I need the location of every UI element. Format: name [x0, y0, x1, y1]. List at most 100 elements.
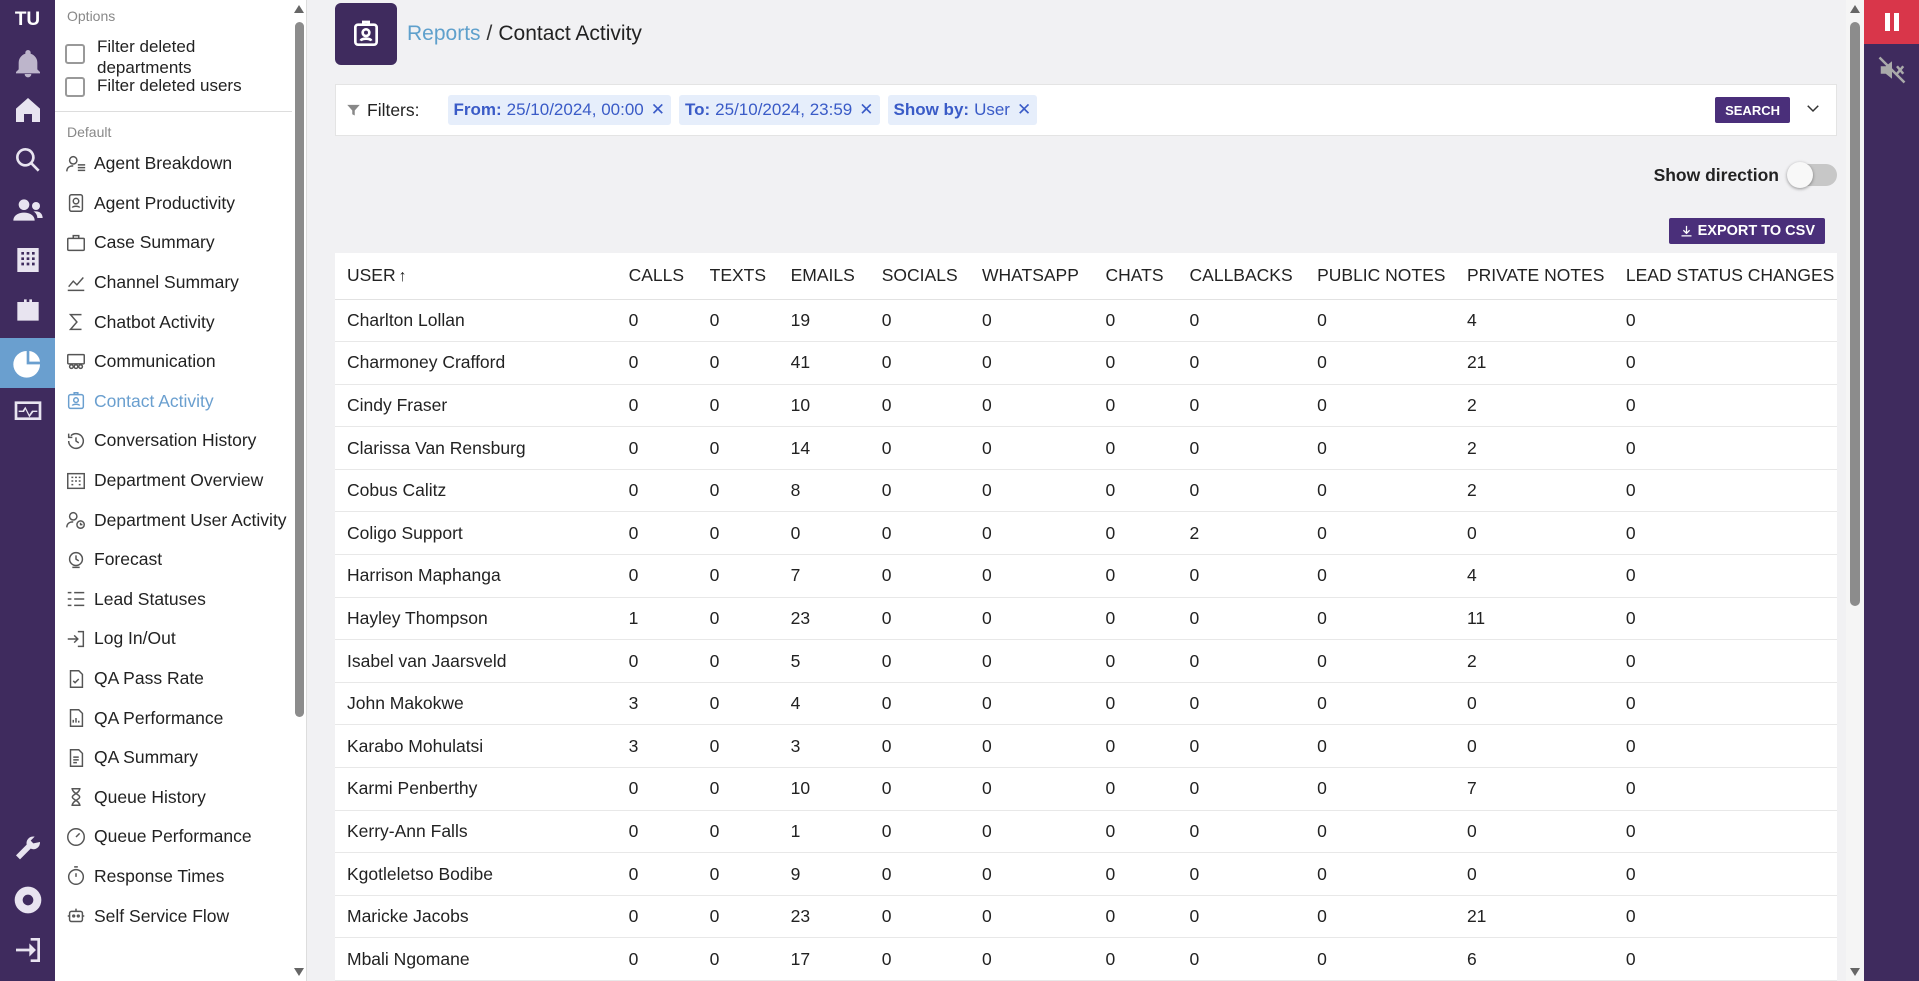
column-header-user[interactable]: USER ↑ — [335, 253, 629, 300]
sidebar-item-case-summary[interactable]: Case Summary — [55, 223, 306, 263]
table-row[interactable]: Karmi Penberthy 0 0 10 0 0 0 0 0 7 0 — [335, 767, 1837, 811]
sidebar-item-department-user-activity[interactable]: Department User Activity — [55, 500, 306, 540]
pause-icon[interactable] — [1864, 0, 1919, 44]
sort-ascending-icon[interactable]: ↑ — [399, 268, 407, 285]
metric-cell: 0 — [1189, 937, 1318, 981]
table-row[interactable]: Harrison Maphanga 0 0 7 0 0 0 0 0 4 0 — [335, 554, 1837, 598]
main-scroll-thumb[interactable] — [1850, 22, 1860, 606]
show-direction-toggle[interactable] — [1787, 162, 1837, 188]
table-row[interactable]: Hayley Thompson 1 0 23 0 0 0 0 0 11 0 — [335, 597, 1837, 641]
sidebar-item-queue-history[interactable]: Queue History — [55, 778, 306, 818]
metric-cell: 0 — [1625, 384, 1837, 428]
user-name-cell: Coligo Support — [335, 511, 629, 556]
table-row[interactable]: Cobus Calitz 0 0 8 0 0 0 0 0 2 0 — [335, 469, 1837, 513]
breadcrumb-separator: / — [486, 22, 493, 45]
table-row[interactable]: Charmoney Crafford 0 0 41 0 0 0 0 0 21 0 — [335, 341, 1837, 385]
metric-cell: 0 — [1105, 426, 1190, 470]
table-row[interactable]: Kerry-Ann Falls 0 0 1 0 0 0 0 0 0 0 — [335, 810, 1837, 854]
search-icon[interactable] — [0, 136, 55, 184]
column-header-lead-status-changes[interactable]: LEAD STATUS CHANGES — [1625, 253, 1837, 300]
chevron-down-icon[interactable] — [1804, 99, 1822, 117]
bell-icon[interactable] — [0, 40, 55, 88]
app-logo[interactable]: TU — [0, 9, 55, 31]
logout-icon[interactable] — [0, 926, 55, 974]
metric-cell: 19 — [790, 299, 882, 343]
table-row[interactable]: Clarissa Van Rensburg 0 0 14 0 0 0 0 0 2 0 — [335, 426, 1837, 470]
sidebar-item-agent-breakdown[interactable]: Agent Breakdown — [55, 144, 306, 184]
table-row[interactable]: Kgotleletso Bodibe 0 0 9 0 0 0 0 0 0 0 — [335, 852, 1837, 896]
remove-filter-icon[interactable]: ✕ — [859, 100, 873, 120]
table-row[interactable]: Mbali Ngomane 0 0 17 0 0 0 0 0 6 0 — [335, 937, 1837, 981]
sidebar-item-qa-pass-rate[interactable]: QA Pass Rate — [55, 659, 306, 699]
breadcrumb-reports-link[interactable]: Reports — [407, 22, 481, 45]
table-row[interactable]: John Makokwe 3 0 4 0 0 0 0 0 0 0 — [335, 682, 1837, 726]
column-header-whatsapp[interactable]: WHATSAPP — [981, 253, 1106, 300]
remove-filter-icon[interactable]: ✕ — [1017, 100, 1031, 120]
column-header-callbacks[interactable]: CALLBACKS — [1189, 253, 1318, 300]
scroll-up-arrow-icon[interactable] — [1850, 5, 1860, 13]
filter-deleted-users-checkbox[interactable] — [65, 77, 85, 97]
sidebar-item-qa-performance[interactable]: QA Performance — [55, 698, 306, 738]
sidebar-item-forecast[interactable]: Forecast — [55, 540, 306, 580]
metric-cell: 0 — [709, 895, 791, 939]
scroll-down-arrow-icon[interactable] — [294, 968, 304, 976]
home-icon[interactable] — [0, 86, 55, 134]
search-button[interactable]: SEARCH — [1715, 97, 1790, 123]
sidebar-item-agent-productivity[interactable]: Agent Productivity — [55, 184, 306, 224]
sidebar-scroll-thumb[interactable] — [295, 22, 304, 717]
column-header-texts[interactable]: TEXTS — [709, 253, 791, 300]
table-row[interactable]: Coligo Support 0 0 0 0 0 0 2 0 0 0 — [335, 511, 1837, 556]
column-header-public-notes[interactable]: PUBLIC NOTES — [1317, 253, 1467, 300]
metric-cell: 0 — [981, 597, 1106, 641]
column-header-private-notes[interactable]: PRIVATE NOTES — [1466, 253, 1626, 300]
sidebar-item-conversation-history[interactable]: Conversation History — [55, 421, 306, 461]
table-row[interactable]: Isabel van Jaarsveld 0 0 5 0 0 0 0 0 2 0 — [335, 639, 1837, 683]
sidebar-item-qa-summary[interactable]: QA Summary — [55, 738, 306, 778]
sidebar-item-contact-activity[interactable]: Contact Activity — [55, 382, 306, 422]
reports-pie-icon[interactable] — [0, 338, 55, 388]
sidebar-item-response-times[interactable]: Response Times — [55, 857, 306, 897]
metric-cell: 0 — [881, 554, 982, 598]
sidebar-scrollbar[interactable] — [292, 0, 306, 981]
table-row[interactable]: Maricke Jacobs 0 0 23 0 0 0 0 0 21 0 — [335, 895, 1837, 939]
column-header-socials[interactable]: SOCIALS — [881, 253, 982, 300]
filter-deleted-departments-checkbox[interactable] — [65, 44, 85, 64]
sidebar-item-log-in-out[interactable]: Log In/Out — [55, 619, 306, 659]
mute-speaker-icon[interactable] — [1864, 48, 1919, 92]
sidebar-item-communication[interactable]: Communication — [55, 342, 306, 382]
sidebar-item-self-service-flow[interactable]: Self Service Flow — [55, 896, 306, 936]
filter-chip-to[interactable]: To: 25/10/2024, 23:59 ✕ — [679, 95, 880, 125]
table-row[interactable]: Cindy Fraser 0 0 10 0 0 0 0 0 2 0 — [335, 384, 1837, 428]
sidebar-item-channel-summary[interactable]: Channel Summary — [55, 263, 306, 303]
metric-cell: 0 — [628, 852, 710, 896]
users-icon[interactable] — [0, 186, 55, 234]
main-scrollbar[interactable] — [1846, 0, 1864, 981]
scroll-up-arrow-icon[interactable] — [294, 5, 304, 13]
wrench-icon[interactable] — [0, 826, 55, 874]
filter-chip-from[interactable]: From: 25/10/2024, 00:00 ✕ — [447, 95, 671, 125]
briefcase-icon[interactable] — [0, 286, 55, 334]
column-header-emails[interactable]: EMAILS — [790, 253, 882, 300]
sidebar-item-chatbot-activity[interactable]: Chatbot Activity — [55, 302, 306, 342]
metric-cell: 0 — [1105, 724, 1190, 769]
column-header-chats[interactable]: CHATS — [1105, 253, 1190, 300]
filter-deleted-users-option[interactable]: Filter deleted users — [55, 75, 306, 97]
metric-cell: 4 — [1466, 299, 1626, 343]
user-name-cell: Hayley Thompson — [335, 597, 629, 641]
lifebuoy-icon[interactable] — [0, 876, 55, 924]
export-csv-button[interactable]: EXPORT TO CSV — [1668, 218, 1825, 244]
sidebar-item-department-overview[interactable]: Department Overview — [55, 461, 306, 501]
building-icon[interactable] — [0, 236, 55, 284]
document-chart-icon — [69, 709, 84, 728]
monitor-icon[interactable] — [0, 388, 55, 436]
table-row[interactable]: Karabo Mohulatsi 3 0 3 0 0 0 0 0 0 0 — [335, 724, 1837, 769]
sidebar-item-queue-performance[interactable]: Queue Performance — [55, 817, 306, 857]
scroll-down-arrow-icon[interactable] — [1850, 968, 1860, 976]
metric-cell: 3 — [628, 682, 710, 726]
filter-chip-show-by[interactable]: Show by: User ✕ — [887, 95, 1038, 125]
filter-deleted-departments-option[interactable]: Filter deleted departments — [55, 36, 306, 78]
table-row[interactable]: Charlton Lollan 0 0 19 0 0 0 0 0 4 0 — [335, 299, 1837, 343]
remove-filter-icon[interactable]: ✕ — [651, 100, 665, 120]
column-header-calls[interactable]: CALLS — [628, 253, 710, 300]
sidebar-item-lead-statuses[interactable]: Lead Statuses — [55, 580, 306, 620]
